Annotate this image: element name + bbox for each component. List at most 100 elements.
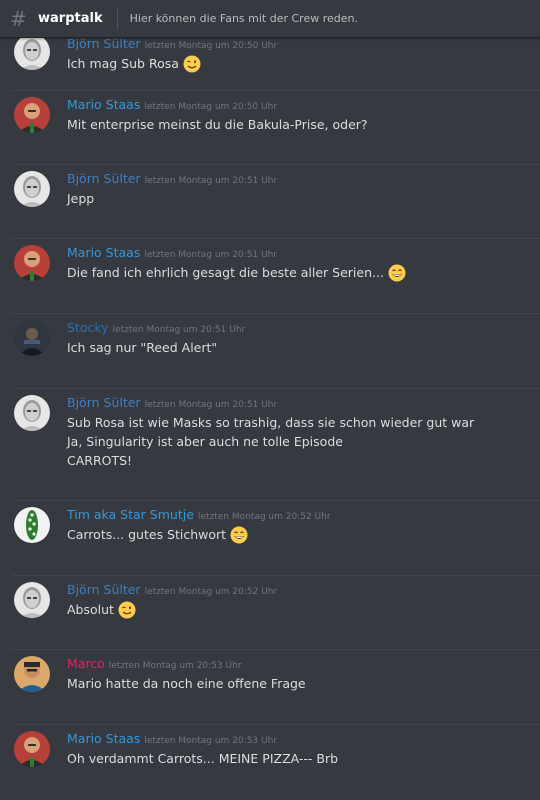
message-content: Die fand ich ehrlich gesagt die beste al… bbox=[67, 263, 540, 282]
message-body: Björn Sülter letzten Montag um 20:51 Uhr J… bbox=[67, 171, 540, 208]
message-content: Carrots... gutes Stichwort bbox=[67, 525, 540, 544]
author-name[interactable]: Mario Staas bbox=[67, 731, 140, 746]
message-line: Mit enterprise meinst du die Bakula-Pris… bbox=[67, 115, 540, 134]
message-content: Oh verdammt Carrots... MEINE PIZZA--- Br… bbox=[67, 749, 540, 768]
author-name[interactable]: Björn Sülter bbox=[67, 395, 141, 410]
message-timestamp: letzten Montag um 20:51 Uhr bbox=[144, 176, 278, 186]
message-header: Björn Sülter letzten Montag um 20:50 Uhr bbox=[67, 38, 540, 52]
bjoern-avatar[interactable] bbox=[14, 171, 50, 207]
message-text: CARROTS! bbox=[67, 453, 133, 468]
message-line: Absolut bbox=[67, 600, 540, 619]
message-timestamp: letzten Montag um 20:52 Uhr bbox=[197, 512, 331, 522]
message-line: CARROTS! bbox=[67, 451, 540, 470]
wink-emoji-icon[interactable] bbox=[183, 55, 201, 73]
message-text: Die fand ich ehrlich gesagt die beste al… bbox=[67, 265, 384, 280]
message-timestamp: letzten Montag um 20:50 Uhr bbox=[144, 41, 278, 51]
message-content: Mario hatte da noch eine offene Frage bbox=[67, 674, 540, 693]
message-timestamp: letzten Montag um 20:53 Uhr bbox=[108, 661, 242, 671]
message-text: Ja, Singularity ist aber auch ne tolle E… bbox=[67, 434, 343, 449]
bjoern-avatar[interactable] bbox=[14, 38, 50, 70]
message-body: Björn Sülter letzten Montag um 20:52 Uhr A… bbox=[67, 582, 540, 619]
mario-avatar[interactable] bbox=[14, 97, 50, 133]
message-timestamp: letzten Montag um 20:51 Uhr bbox=[112, 325, 246, 335]
author-name[interactable]: Tim aka Star Smutje bbox=[67, 507, 194, 522]
marco-avatar[interactable] bbox=[14, 656, 50, 692]
chat-message[interactable]: Tim aka Star Smutje letzten Montag um 20:… bbox=[12, 500, 540, 575]
chat-message[interactable]: Mario Staas letzten Montag um 20:53 Uhr Oh… bbox=[12, 724, 540, 798]
message-header: Björn Sülter letzten Montag um 20:51 Uhr bbox=[67, 171, 540, 187]
message-body: Stocky letzten Montag um 20:51 Uhr Ich sag… bbox=[67, 320, 540, 357]
chat-message[interactable]: Björn Sülter letzten Montag um 20:51 Uhr J… bbox=[12, 164, 540, 238]
chat-message[interactable]: Marco letzten Montag um 20:53 Uhr Mario ha… bbox=[12, 649, 540, 724]
message-list: Björn Sülter letzten Montag um 20:50 Uhr I… bbox=[0, 38, 540, 800]
chat-message[interactable]: Stocky letzten Montag um 20:51 Uhr Ich sag… bbox=[12, 313, 540, 388]
message-body: Marco letzten Montag um 20:53 Uhr Mario ha… bbox=[67, 656, 540, 693]
message-line: Jepp bbox=[67, 189, 540, 208]
chat-message[interactable]: Mario Staas letzten Montag um 20:51 Uhr Di… bbox=[12, 238, 540, 313]
message-header: Mario Staas letzten Montag um 20:53 Uhr bbox=[67, 731, 540, 747]
message-line: Oh verdammt Carrots... MEINE PIZZA--- Br… bbox=[67, 749, 540, 768]
message-content: Ich sag nur "Reed Alert" bbox=[67, 338, 540, 357]
message-line: Ja, Singularity ist aber auch ne tolle E… bbox=[67, 432, 540, 451]
message-line: Ich sag nur "Reed Alert" bbox=[67, 338, 540, 357]
message-content: Absolut bbox=[67, 600, 540, 619]
message-body: Mario Staas letzten Montag um 20:50 Uhr Mi… bbox=[67, 97, 540, 134]
message-header: Stocky letzten Montag um 20:51 Uhr bbox=[67, 320, 540, 336]
bjoern-avatar[interactable] bbox=[14, 395, 50, 431]
message-body: Mario Staas letzten Montag um 20:53 Uhr Oh… bbox=[67, 731, 540, 768]
message-line: Ich mag Sub Rosa bbox=[67, 54, 540, 73]
channel-topic: Hier können die Fans mit der Crew reden. bbox=[129, 12, 358, 25]
chat-message[interactable]: Björn Sülter letzten Montag um 20:51 Uhr S… bbox=[12, 388, 540, 500]
author-name[interactable]: Mario Staas bbox=[67, 245, 140, 260]
message-timestamp: letzten Montag um 20:50 Uhr bbox=[144, 102, 277, 112]
stocky-avatar[interactable] bbox=[14, 320, 50, 356]
message-text: Sub Rosa ist wie Masks so trashig, dass … bbox=[67, 415, 475, 430]
message-body: Björn Sülter letzten Montag um 20:51 Uhr S… bbox=[67, 395, 540, 470]
message-body: Tim aka Star Smutje letzten Montag um 20:… bbox=[67, 507, 540, 544]
chat-message[interactable]: Mario Staas letzten Montag um 20:50 Uhr Mi… bbox=[12, 90, 540, 164]
message-text: Mario hatte da noch eine offene Frage bbox=[67, 676, 306, 691]
chat-message[interactable]: Björn Sülter letzten Montag um 20:50 Uhr I… bbox=[12, 38, 540, 90]
mario-avatar[interactable] bbox=[14, 731, 50, 767]
hashtag-icon: # bbox=[10, 6, 27, 31]
smile-emoji-icon[interactable] bbox=[388, 264, 406, 282]
message-line: Mario hatte da noch eine offene Frage bbox=[67, 674, 540, 693]
message-text: Absolut bbox=[67, 602, 114, 617]
message-timestamp: letzten Montag um 20:52 Uhr bbox=[144, 587, 278, 597]
chat-message[interactable]: Björn Sülter letzten Montag um 20:52 Uhr A… bbox=[12, 575, 540, 649]
channel-name[interactable]: warptalk bbox=[38, 11, 103, 26]
message-timestamp: letzten Montag um 20:53 Uhr bbox=[144, 736, 277, 746]
message-content: Jepp bbox=[67, 189, 540, 208]
author-name[interactable]: Björn Sülter bbox=[67, 171, 141, 186]
header-divider bbox=[116, 7, 118, 30]
author-name[interactable]: Björn Sülter bbox=[67, 582, 141, 597]
message-text: Carrots... gutes Stichwort bbox=[67, 527, 227, 542]
wink-emoji-icon[interactable] bbox=[118, 601, 136, 619]
message-timestamp: letzten Montag um 20:51 Uhr bbox=[144, 400, 278, 410]
channel-header: # warptalk Hier können die Fans mit der … bbox=[0, 0, 540, 38]
author-name[interactable]: Björn Sülter bbox=[67, 38, 141, 51]
message-line: Sub Rosa ist wie Masks so trashig, dass … bbox=[67, 413, 540, 432]
message-text: Ich mag Sub Rosa bbox=[67, 56, 179, 71]
author-name[interactable]: Marco bbox=[67, 656, 105, 671]
message-header: Mario Staas letzten Montag um 20:50 Uhr bbox=[67, 97, 540, 113]
message-header: Mario Staas letzten Montag um 20:51 Uhr bbox=[67, 245, 540, 261]
bjoern-avatar[interactable] bbox=[14, 582, 50, 618]
message-content: Mit enterprise meinst du die Bakula-Pris… bbox=[67, 115, 540, 134]
message-header: Björn Sülter letzten Montag um 20:51 Uhr bbox=[67, 395, 540, 411]
message-header: Marco letzten Montag um 20:53 Uhr bbox=[67, 656, 540, 672]
smile-emoji-icon[interactable] bbox=[230, 526, 248, 544]
message-body: Björn Sülter letzten Montag um 20:50 Uhr I… bbox=[67, 38, 540, 73]
author-name[interactable]: Mario Staas bbox=[67, 97, 140, 112]
author-name[interactable]: Stocky bbox=[67, 320, 109, 335]
message-text: Oh verdammt Carrots... MEINE PIZZA--- Br… bbox=[67, 751, 339, 766]
message-text: Mit enterprise meinst du die Bakula-Pris… bbox=[67, 117, 368, 132]
message-content: Sub Rosa ist wie Masks so trashig, dass … bbox=[67, 413, 540, 470]
message-line: Die fand ich ehrlich gesagt die beste al… bbox=[67, 263, 540, 282]
mario-avatar[interactable] bbox=[14, 245, 50, 281]
message-content: Ich mag Sub Rosa bbox=[67, 54, 540, 73]
message-body: Mario Staas letzten Montag um 20:51 Uhr Di… bbox=[67, 245, 540, 282]
message-header: Tim aka Star Smutje letzten Montag um 20:… bbox=[67, 507, 540, 523]
message-text: Jepp bbox=[67, 191, 95, 206]
tim-avatar[interactable] bbox=[14, 507, 50, 543]
